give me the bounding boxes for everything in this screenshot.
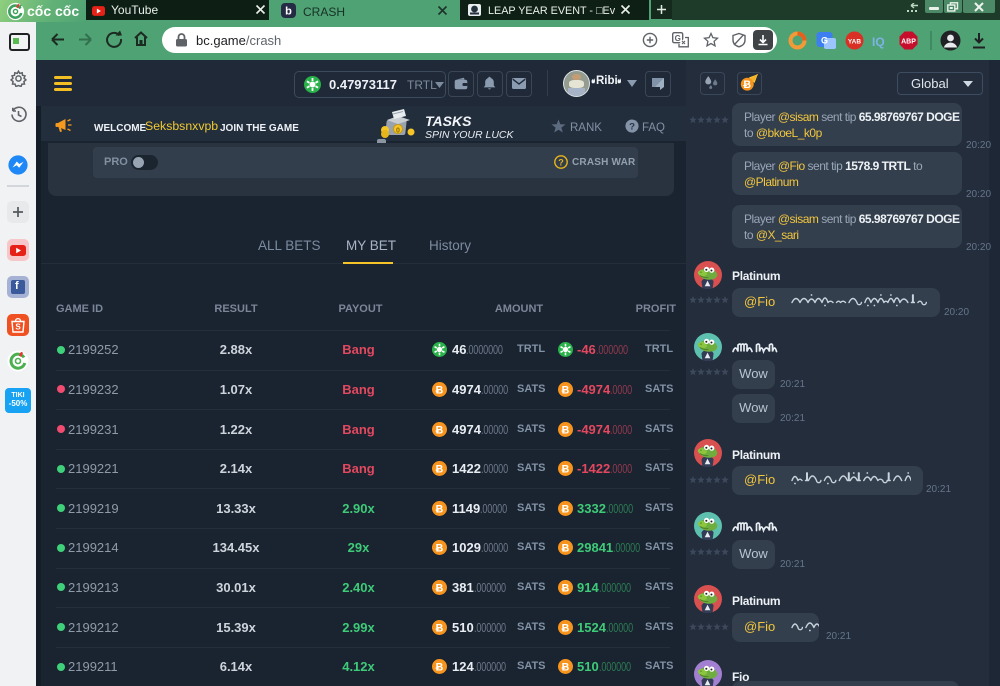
svg-text:Ƀ: Ƀ: [562, 543, 570, 555]
svg-text:Ƀ: Ƀ: [562, 424, 570, 436]
svg-text:Ƀ: Ƀ: [436, 661, 444, 673]
svg-text:Ƀ: Ƀ: [562, 503, 570, 515]
svg-text:ABP: ABP: [901, 39, 916, 46]
svg-text:Ƀ: Ƀ: [436, 463, 444, 475]
svg-text:Ƀ: Ƀ: [436, 582, 444, 594]
svg-text:?: ?: [629, 122, 635, 133]
svg-text:b: b: [285, 6, 292, 18]
svg-text:Ƀ: Ƀ: [436, 622, 444, 634]
svg-text:YAB: YAB: [848, 39, 861, 46]
svg-text:Ƀ: Ƀ: [562, 582, 570, 594]
svg-text:Ƀ: Ƀ: [436, 384, 444, 396]
svg-text:Ƀ: Ƀ: [562, 384, 570, 396]
svg-text:Ƀ: Ƀ: [436, 543, 444, 555]
svg-text:S: S: [15, 323, 21, 332]
svg-text:Ƀ: Ƀ: [562, 463, 570, 475]
svg-text:Ƀ: Ƀ: [743, 79, 751, 91]
svg-text:0: 0: [396, 128, 400, 135]
svg-text:?: ?: [558, 158, 564, 168]
svg-text:Ƀ: Ƀ: [562, 622, 570, 634]
svg-text:G: G: [675, 34, 681, 43]
svg-text:G: G: [821, 36, 828, 46]
svg-text:Ƀ: Ƀ: [562, 661, 570, 673]
svg-text:Ƀ: Ƀ: [436, 503, 444, 515]
svg-text:Ƀ: Ƀ: [436, 424, 444, 436]
